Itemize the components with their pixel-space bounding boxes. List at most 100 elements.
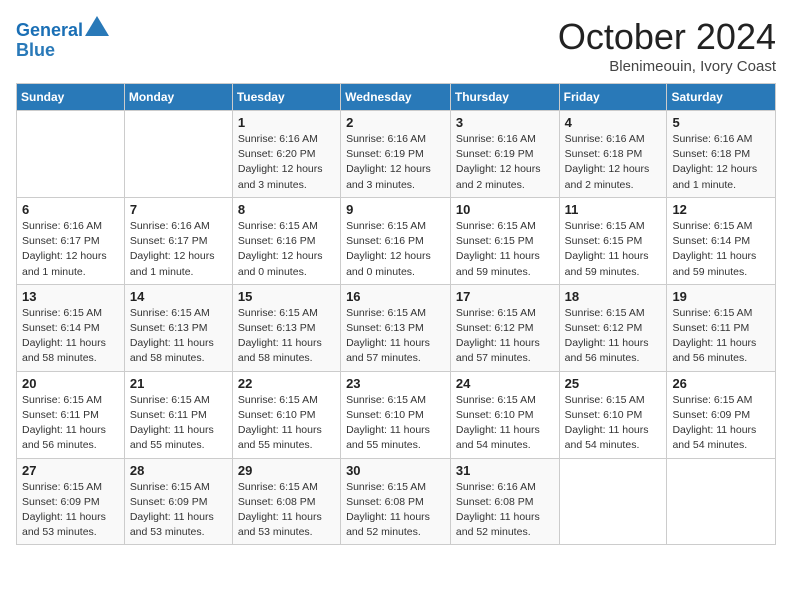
day-info: Sunrise: 6:16 AMSunset: 6:18 PMDaylight:…	[672, 132, 770, 193]
calendar-cell: 9 Sunrise: 6:15 AMSunset: 6:16 PMDayligh…	[341, 197, 451, 284]
day-info: Sunrise: 6:15 AMSunset: 6:11 PMDaylight:…	[22, 393, 119, 454]
day-number: 12	[672, 202, 770, 217]
calendar-cell: 25 Sunrise: 6:15 AMSunset: 6:10 PMDaylig…	[559, 371, 667, 458]
weekday-header-tuesday: Tuesday	[232, 84, 340, 111]
day-number: 17	[456, 289, 554, 304]
calendar-cell: 11 Sunrise: 6:15 AMSunset: 6:15 PMDaylig…	[559, 197, 667, 284]
day-info: Sunrise: 6:15 AMSunset: 6:15 PMDaylight:…	[456, 219, 554, 280]
weekday-header-friday: Friday	[559, 84, 667, 111]
day-info: Sunrise: 6:15 AMSunset: 6:10 PMDaylight:…	[456, 393, 554, 454]
day-info: Sunrise: 6:15 AMSunset: 6:15 PMDaylight:…	[565, 219, 662, 280]
logo-text: General Blue	[16, 16, 109, 61]
calendar-cell: 17 Sunrise: 6:15 AMSunset: 6:12 PMDaylig…	[450, 284, 559, 371]
day-number: 9	[346, 202, 445, 217]
day-info: Sunrise: 6:15 AMSunset: 6:13 PMDaylight:…	[130, 306, 227, 367]
calendar-cell: 2 Sunrise: 6:16 AMSunset: 6:19 PMDayligh…	[341, 111, 451, 198]
day-info: Sunrise: 6:15 AMSunset: 6:10 PMDaylight:…	[238, 393, 335, 454]
calendar-cell: 16 Sunrise: 6:15 AMSunset: 6:13 PMDaylig…	[341, 284, 451, 371]
day-info: Sunrise: 6:16 AMSunset: 6:20 PMDaylight:…	[238, 132, 335, 193]
day-info: Sunrise: 6:15 AMSunset: 6:13 PMDaylight:…	[346, 306, 445, 367]
day-info: Sunrise: 6:16 AMSunset: 6:18 PMDaylight:…	[565, 132, 662, 193]
day-number: 30	[346, 463, 445, 478]
calendar-cell: 28 Sunrise: 6:15 AMSunset: 6:09 PMDaylig…	[124, 458, 232, 545]
day-info: Sunrise: 6:15 AMSunset: 6:08 PMDaylight:…	[346, 480, 445, 541]
day-number: 20	[22, 376, 119, 391]
day-info: Sunrise: 6:15 AMSunset: 6:11 PMDaylight:…	[672, 306, 770, 367]
day-number: 24	[456, 376, 554, 391]
calendar-table: SundayMondayTuesdayWednesdayThursdayFrid…	[16, 83, 776, 545]
day-info: Sunrise: 6:15 AMSunset: 6:14 PMDaylight:…	[22, 306, 119, 367]
calendar-cell: 31 Sunrise: 6:16 AMSunset: 6:08 PMDaylig…	[450, 458, 559, 545]
day-info: Sunrise: 6:16 AMSunset: 6:17 PMDaylight:…	[130, 219, 227, 280]
day-number: 11	[565, 202, 662, 217]
calendar-cell: 1 Sunrise: 6:16 AMSunset: 6:20 PMDayligh…	[232, 111, 340, 198]
page-header: General Blue October 2024 Blenimeouin, I…	[16, 16, 776, 75]
weekday-header-wednesday: Wednesday	[341, 84, 451, 111]
day-number: 2	[346, 115, 445, 130]
day-number: 28	[130, 463, 227, 478]
calendar-cell: 29 Sunrise: 6:15 AMSunset: 6:08 PMDaylig…	[232, 458, 340, 545]
calendar-cell	[667, 458, 776, 545]
day-info: Sunrise: 6:15 AMSunset: 6:12 PMDaylight:…	[456, 306, 554, 367]
calendar-week-row: 20 Sunrise: 6:15 AMSunset: 6:11 PMDaylig…	[17, 371, 776, 458]
day-number: 31	[456, 463, 554, 478]
calendar-cell	[559, 458, 667, 545]
day-number: 13	[22, 289, 119, 304]
calendar-cell: 23 Sunrise: 6:15 AMSunset: 6:10 PMDaylig…	[341, 371, 451, 458]
day-number: 1	[238, 115, 335, 130]
day-info: Sunrise: 6:16 AMSunset: 6:19 PMDaylight:…	[456, 132, 554, 193]
day-info: Sunrise: 6:15 AMSunset: 6:12 PMDaylight:…	[565, 306, 662, 367]
day-info: Sunrise: 6:16 AMSunset: 6:17 PMDaylight:…	[22, 219, 119, 280]
day-info: Sunrise: 6:15 AMSunset: 6:10 PMDaylight:…	[346, 393, 445, 454]
logo: General Blue	[16, 16, 109, 61]
calendar-cell	[17, 111, 125, 198]
title-block: October 2024 Blenimeouin, Ivory Coast	[558, 16, 776, 75]
day-number: 27	[22, 463, 119, 478]
weekday-header-thursday: Thursday	[450, 84, 559, 111]
calendar-cell: 26 Sunrise: 6:15 AMSunset: 6:09 PMDaylig…	[667, 371, 776, 458]
calendar-cell: 15 Sunrise: 6:15 AMSunset: 6:13 PMDaylig…	[232, 284, 340, 371]
calendar-cell: 24 Sunrise: 6:15 AMSunset: 6:10 PMDaylig…	[450, 371, 559, 458]
day-number: 6	[22, 202, 119, 217]
day-number: 19	[672, 289, 770, 304]
calendar-cell	[124, 111, 232, 198]
calendar-cell: 27 Sunrise: 6:15 AMSunset: 6:09 PMDaylig…	[17, 458, 125, 545]
calendar-cell: 22 Sunrise: 6:15 AMSunset: 6:10 PMDaylig…	[232, 371, 340, 458]
calendar-week-row: 13 Sunrise: 6:15 AMSunset: 6:14 PMDaylig…	[17, 284, 776, 371]
calendar-cell: 21 Sunrise: 6:15 AMSunset: 6:11 PMDaylig…	[124, 371, 232, 458]
location: Blenimeouin, Ivory Coast	[558, 58, 776, 75]
day-number: 3	[456, 115, 554, 130]
day-number: 26	[672, 376, 770, 391]
calendar-cell: 14 Sunrise: 6:15 AMSunset: 6:13 PMDaylig…	[124, 284, 232, 371]
day-info: Sunrise: 6:15 AMSunset: 6:14 PMDaylight:…	[672, 219, 770, 280]
day-number: 21	[130, 376, 227, 391]
calendar-cell: 30 Sunrise: 6:15 AMSunset: 6:08 PMDaylig…	[341, 458, 451, 545]
day-number: 8	[238, 202, 335, 217]
day-number: 5	[672, 115, 770, 130]
calendar-week-row: 1 Sunrise: 6:16 AMSunset: 6:20 PMDayligh…	[17, 111, 776, 198]
logo-icon	[85, 16, 109, 36]
day-info: Sunrise: 6:15 AMSunset: 6:09 PMDaylight:…	[672, 393, 770, 454]
calendar-cell: 19 Sunrise: 6:15 AMSunset: 6:11 PMDaylig…	[667, 284, 776, 371]
month-title: October 2024	[558, 16, 776, 58]
day-info: Sunrise: 6:16 AMSunset: 6:19 PMDaylight:…	[346, 132, 445, 193]
calendar-cell: 5 Sunrise: 6:16 AMSunset: 6:18 PMDayligh…	[667, 111, 776, 198]
calendar-cell: 20 Sunrise: 6:15 AMSunset: 6:11 PMDaylig…	[17, 371, 125, 458]
day-info: Sunrise: 6:15 AMSunset: 6:13 PMDaylight:…	[238, 306, 335, 367]
day-number: 14	[130, 289, 227, 304]
calendar-cell: 6 Sunrise: 6:16 AMSunset: 6:17 PMDayligh…	[17, 197, 125, 284]
calendar-cell: 13 Sunrise: 6:15 AMSunset: 6:14 PMDaylig…	[17, 284, 125, 371]
day-info: Sunrise: 6:16 AMSunset: 6:08 PMDaylight:…	[456, 480, 554, 541]
weekday-header-monday: Monday	[124, 84, 232, 111]
weekday-header-row: SundayMondayTuesdayWednesdayThursdayFrid…	[17, 84, 776, 111]
day-number: 15	[238, 289, 335, 304]
logo-line1: General	[16, 20, 83, 40]
day-info: Sunrise: 6:15 AMSunset: 6:08 PMDaylight:…	[238, 480, 335, 541]
day-number: 7	[130, 202, 227, 217]
day-number: 22	[238, 376, 335, 391]
calendar-cell: 4 Sunrise: 6:16 AMSunset: 6:18 PMDayligh…	[559, 111, 667, 198]
calendar-cell: 10 Sunrise: 6:15 AMSunset: 6:15 PMDaylig…	[450, 197, 559, 284]
day-number: 16	[346, 289, 445, 304]
weekday-header-sunday: Sunday	[17, 84, 125, 111]
day-info: Sunrise: 6:15 AMSunset: 6:16 PMDaylight:…	[346, 219, 445, 280]
